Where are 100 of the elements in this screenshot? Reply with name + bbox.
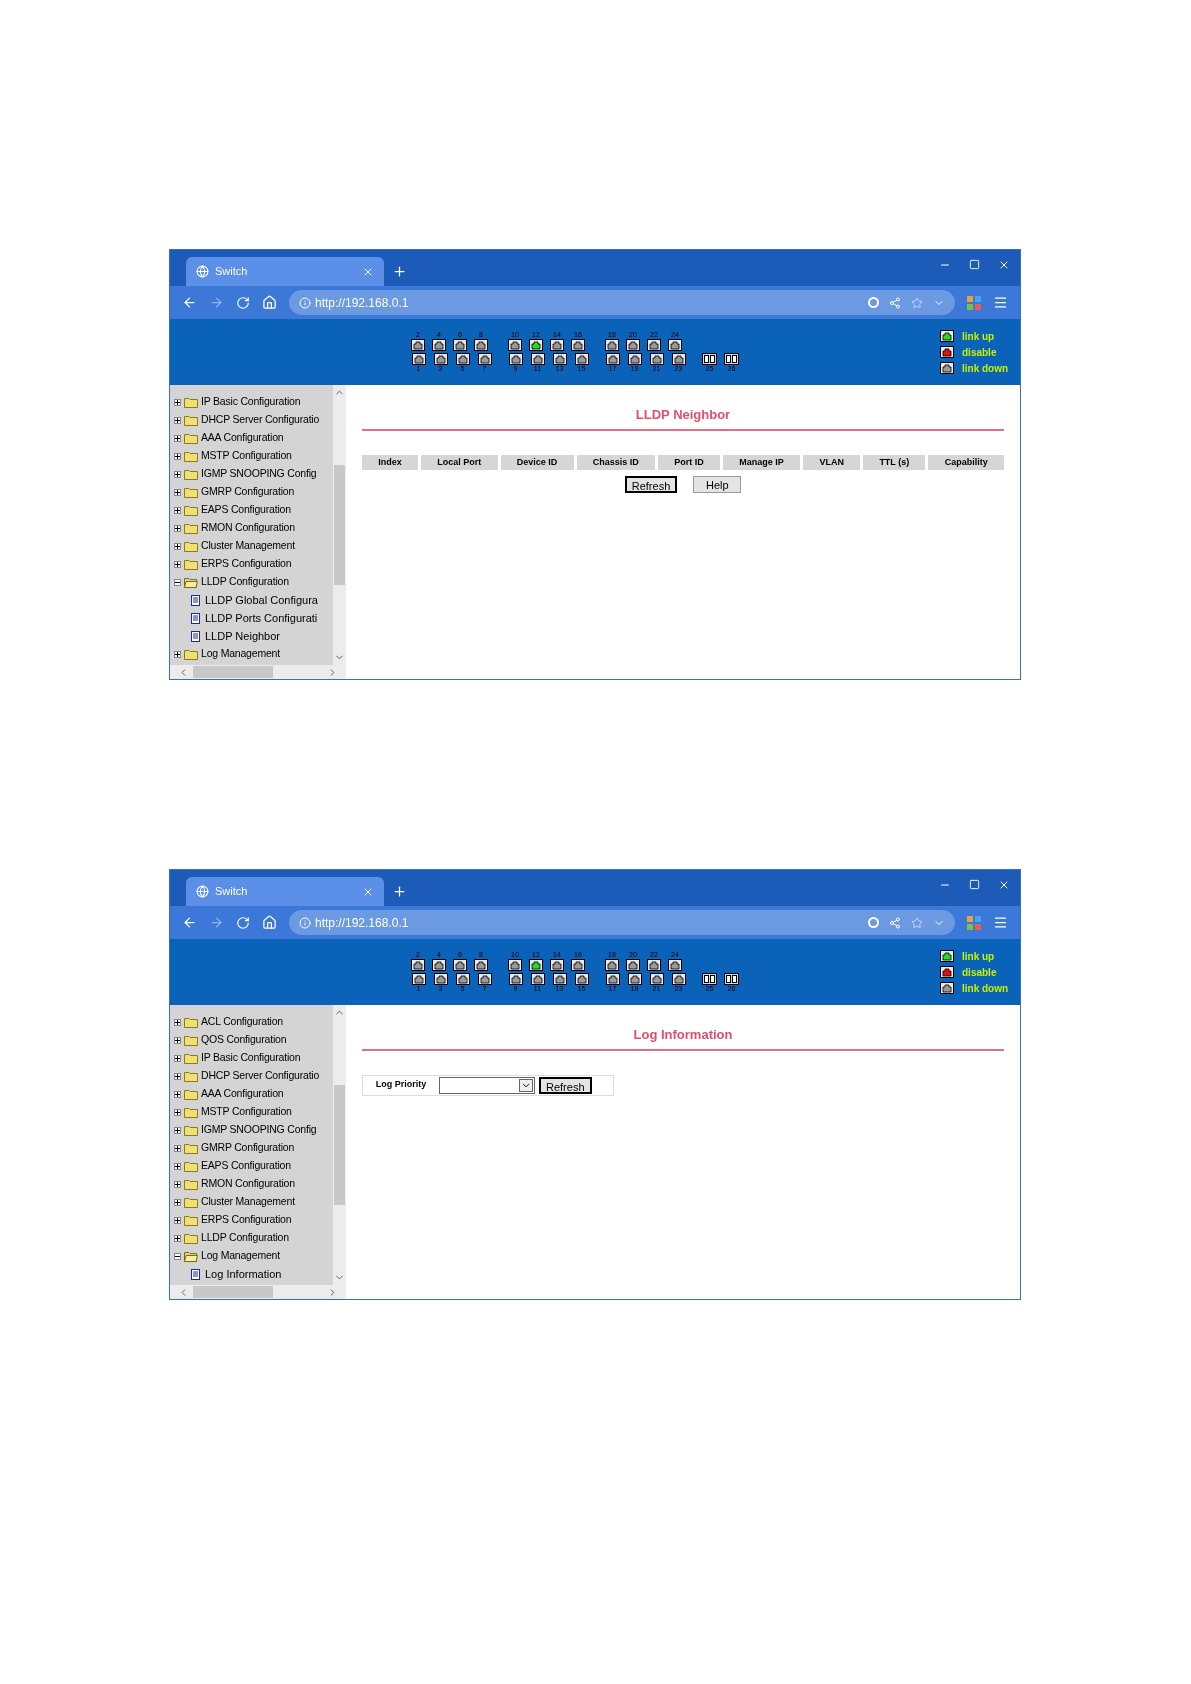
tree-item[interactable]: DHCP Server Configuratio [201,412,320,428]
tree-item[interactable]: GMRP Configuration [201,1140,295,1156]
new-tab-icon[interactable] [392,264,407,279]
document-icon [191,594,200,606]
tree-item[interactable]: QOS Configuration [201,1032,287,1048]
close-icon[interactable] [998,879,1010,891]
globe-icon [196,885,209,898]
expand-icon[interactable] [174,1144,181,1152]
folder-icon [184,1124,198,1136]
expand-icon[interactable] [174,1108,181,1116]
menu-icon[interactable] [993,915,1008,930]
tree-item[interactable]: RMON Configuration [201,1176,295,1192]
tree-item[interactable]: IP Basic Configuration [201,1050,301,1066]
tree-item[interactable]: MSTP Configuration [201,1104,292,1120]
tree-item[interactable]: EAPS Configuration [201,502,291,518]
new-tab-icon[interactable] [392,884,407,899]
maximize-icon[interactable] [969,259,980,270]
star-icon[interactable] [911,296,923,309]
tree-item[interactable]: RMON Configuration [201,520,295,536]
scroll-thumb[interactable] [334,1085,345,1205]
horizontal-scroll-thumb[interactable] [193,1286,273,1298]
collapse-icon[interactable] [174,578,181,586]
horizontal-scrollbar[interactable] [170,1285,346,1299]
collapse-icon[interactable] [174,1252,181,1260]
tree-item[interactable]: ERPS Configuration [201,556,292,572]
tree-item[interactable]: Cluster Management [201,1194,295,1210]
expand-icon[interactable] [174,1072,181,1080]
folder-icon [184,1034,198,1046]
expand-icon[interactable] [174,1036,181,1044]
tree-item[interactable]: Log Management [201,646,280,662]
folder-icon [184,1214,198,1226]
tree-item[interactable]: LLDP Neighbor [205,627,280,645]
maximize-icon[interactable] [969,879,980,890]
back-icon[interactable] [182,295,197,310]
tree-item[interactable]: AAA Configuration [201,430,284,446]
tree-item[interactable]: IP Basic Configuration [201,394,301,410]
expand-icon[interactable] [174,542,181,550]
expand-icon[interactable] [174,1216,181,1224]
tree-item[interactable]: Cluster Management [201,538,295,554]
home-icon[interactable] [262,295,277,310]
tree-item[interactable]: ERPS Configuration [201,1212,292,1228]
expand-icon[interactable] [174,1018,181,1026]
expand-icon[interactable] [174,452,181,460]
folder-icon [184,648,198,660]
expand-icon[interactable] [174,1090,181,1098]
legend-label: disable [962,345,997,360]
refresh-button[interactable]: Refresh [539,1076,592,1094]
column-header: Device ID [500,454,574,470]
refresh-button[interactable]: Refresh [624,475,678,493]
vertical-scrollbar[interactable] [333,385,346,665]
browser-engine-icon[interactable] [868,917,879,928]
horizontal-scrollbar[interactable] [170,665,346,679]
expand-icon[interactable] [174,1180,181,1188]
expand-icon[interactable] [174,1162,181,1170]
tree-item[interactable]: LLDP Ports Configurati [205,609,318,627]
menu-icon[interactable] [993,295,1008,310]
tree-item[interactable]: DHCP Server Configuratio [201,1068,320,1084]
tree-item[interactable]: Log Management [201,1248,280,1264]
expand-icon[interactable] [174,398,181,406]
home-icon[interactable] [262,915,277,930]
browser-engine-icon[interactable] [868,297,879,308]
expand-icon[interactable] [174,560,181,568]
expand-icon[interactable] [174,470,181,478]
back-icon[interactable] [182,915,197,930]
tree-item[interactable]: MSTP Configuration [201,448,292,464]
star-icon[interactable] [911,916,923,929]
scroll-thumb[interactable] [334,465,345,585]
reload-icon[interactable] [236,295,250,310]
expand-icon[interactable] [174,488,181,496]
priority-select[interactable] [439,1076,535,1094]
tree-item[interactable]: EAPS Configuration [201,1158,291,1174]
horizontal-scroll-thumb[interactable] [193,666,273,678]
expand-icon[interactable] [174,1126,181,1134]
tree-item[interactable]: AAA Configuration [201,1086,284,1102]
expand-icon[interactable] [174,1234,181,1242]
expand-icon[interactable] [174,650,181,658]
folder-icon [184,1070,198,1082]
close-icon[interactable] [998,259,1010,271]
vertical-scrollbar[interactable] [333,1005,346,1285]
column-header: Local Port [421,454,498,470]
expand-icon[interactable] [174,434,181,442]
expand-icon[interactable] [174,524,181,532]
refresh-button[interactable]: Help [693,475,742,493]
tree-item[interactable]: Log Information [205,1265,282,1283]
tree-item[interactable]: IGMP SNOOPING Config [201,466,317,482]
folder-icon [184,1052,198,1064]
expand-icon[interactable] [174,416,181,424]
tree-item[interactable]: LLDP Configuration [201,1230,289,1246]
tree-item[interactable]: ACL Configuration [201,1014,283,1030]
tree-item[interactable]: LLDP Global Configura [205,591,318,609]
document-icon [191,630,200,642]
expand-icon[interactable] [174,1198,181,1206]
share-icon[interactable] [889,296,901,309]
tree-item[interactable]: LLDP Configuration [201,574,289,590]
tree-item[interactable]: GMRP Configuration [201,484,295,500]
reload-icon[interactable] [236,915,250,930]
expand-icon[interactable] [174,1054,181,1062]
expand-icon[interactable] [174,506,181,514]
tree-item[interactable]: IGMP SNOOPING Config [201,1122,317,1138]
share-icon[interactable] [889,916,901,929]
